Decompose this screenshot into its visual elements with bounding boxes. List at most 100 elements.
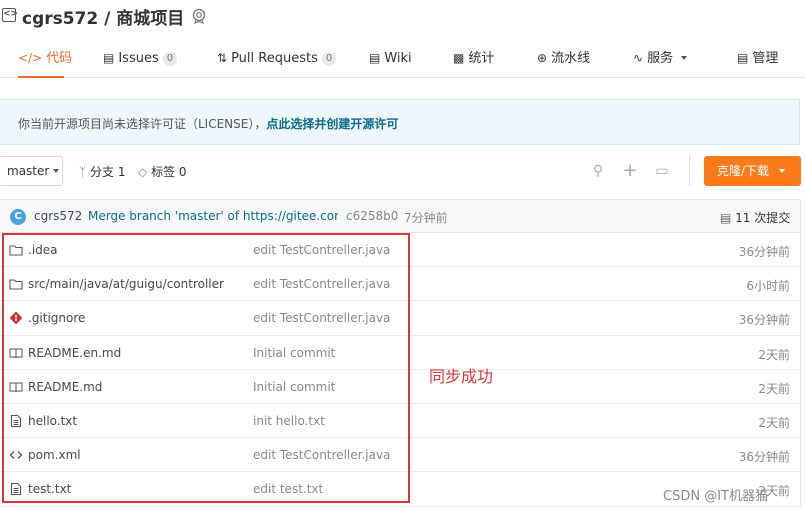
latest-commit-bar: C cgrs572 Merge branch 'master' of https… (0, 199, 801, 233)
tab-pipeline-label: 流水线 (551, 51, 591, 66)
table-row[interactable]: .idea edit TestContreller.java 36分钟前 (0, 233, 800, 268)
table-row[interactable]: .gitignore edit TestContreller.java 36分钟前 (0, 301, 800, 336)
book-icon (9, 380, 23, 394)
commit-message[interactable]: Merge branch 'master' of https://gitee.c… (88, 209, 338, 223)
code-file-icon (9, 448, 23, 462)
table-row[interactable]: src/main/java/at/guigu/controller edit Te… (0, 267, 800, 302)
tab-wiki-label: Wiki (384, 51, 412, 66)
manage-icon: ▤ (737, 51, 749, 65)
tab-manage-label: 管理 (752, 51, 779, 66)
table-row[interactable]: pom.xml edit TestContreller.java 36分钟前 (0, 438, 800, 473)
file-commit-message[interactable]: init hello.txt (253, 414, 325, 428)
repo-header: <> cgrs572 / 商城项目 (0, 0, 805, 38)
tab-stats[interactable]: ▩ 统计 (453, 38, 494, 78)
tab-pull-requests-label: Pull Requests (231, 51, 318, 66)
avatar[interactable]: C (10, 209, 26, 225)
tags-label: 标签 0 (151, 165, 187, 179)
file-commit-message[interactable]: edit TestContreller.java (253, 243, 390, 257)
file-commit-message[interactable]: edit TestContreller.java (253, 277, 390, 291)
file-commit-message[interactable]: edit TestContreller.java (253, 448, 390, 462)
sync-success-annotation: 同步成功 (429, 367, 494, 386)
commits-count-link[interactable]: ▤ 11 次提交 (720, 209, 790, 226)
file-name-link[interactable]: src/main/java/at/guigu/controller (28, 277, 224, 291)
repo-code-icon: <> (2, 8, 18, 22)
tab-service-label: 服务 (647, 51, 674, 66)
clone-download-label: 克隆/下载 (717, 164, 770, 178)
branch-toolbar: master ᛉ 分支 1 ◇ 标签 0 ⚲ + ▭ 克隆/下载 (0, 156, 805, 188)
commits-count: 11 次提交 (735, 211, 791, 225)
repo-tabs: </> 代码 ▤ Issues 0 ⇅ Pull Requests 0 ▤ Wiki ▩ 统计… (0, 38, 805, 78)
branches-label: 分支 1 (90, 165, 126, 179)
commits-icon: ▤ (720, 211, 732, 225)
file-commit-message[interactable]: edit test.txt (253, 482, 323, 496)
pull-request-icon: ⇅ (217, 51, 228, 65)
file-commit-message[interactable]: Initial commit (253, 346, 335, 360)
watermark: CSDN @IT机器猫 (663, 489, 768, 504)
stats-icon: ▩ (453, 51, 465, 65)
file-name-link[interactable]: README.en.md (28, 346, 121, 360)
license-notice: 你当前开源项目尚未选择许可证（LICENSE），点此选择并创建开源许可 (0, 99, 800, 145)
file-commit-time: 36分钟前 (738, 245, 790, 259)
file-name-link[interactable]: pom.xml (28, 448, 81, 462)
file-commit-time: 2天前 (758, 415, 790, 430)
folder-icon (9, 243, 23, 257)
file-icon (9, 414, 23, 428)
issues-icon: ▤ (103, 51, 115, 65)
tab-code[interactable]: </> 代码 (18, 38, 72, 78)
toolbar-divider (689, 156, 690, 186)
table-row[interactable]: README.md Initial commit 2天前 (0, 370, 800, 404)
git-icon (9, 311, 23, 325)
code-icon: </> (18, 51, 43, 65)
monitor-icon[interactable]: ▭ (654, 163, 670, 179)
file-commit-time: 36分钟前 (738, 313, 790, 328)
tags-link[interactable]: ◇ 标签 0 (138, 163, 187, 180)
tab-issues[interactable]: ▤ Issues 0 (103, 38, 178, 78)
wiki-icon: ▤ (369, 51, 381, 65)
branches-link[interactable]: ᛉ 分支 1 (79, 163, 125, 180)
folder-icon (9, 277, 23, 291)
file-name-link[interactable]: hello.txt (28, 414, 77, 428)
badge-icon[interactable] (191, 8, 207, 24)
search-icon[interactable]: ⚲ (590, 163, 606, 179)
branch-icon: ᛉ (79, 165, 87, 179)
commit-hash[interactable]: c6258b0 (346, 209, 398, 223)
tab-pipeline[interactable]: ⊕ 流水线 (537, 38, 590, 78)
file-commit-time: 2天前 (758, 347, 790, 362)
file-name-link[interactable]: .gitignore (28, 311, 85, 325)
file-commit-time: 36分钟前 (738, 450, 790, 465)
tag-icon: ◇ (138, 165, 148, 179)
file-icon (9, 482, 23, 496)
commit-time: 7分钟前 (404, 211, 448, 225)
commit-author[interactable]: cgrs572 (34, 209, 82, 223)
table-row[interactable]: README.en.md Initial commit 2天前 (0, 336, 800, 370)
file-name-link[interactable]: test.txt (28, 482, 71, 496)
issues-count: 0 (162, 52, 178, 66)
tab-service[interactable]: ∿ 服务 (633, 38, 688, 78)
repo-title[interactable]: cgrs572 / 商城项目 (22, 4, 184, 29)
chevron-down-icon (779, 169, 786, 173)
file-name-link[interactable]: .idea (28, 243, 58, 257)
pipeline-icon: ⊕ (537, 51, 548, 65)
tab-stats-label: 统计 (468, 51, 495, 66)
file-commit-message[interactable]: edit TestContreller.java (253, 311, 390, 325)
license-notice-message: 你当前开源项目尚未选择许可证（LICENSE）， (18, 117, 267, 131)
file-list: .idea edit TestContreller.java 36分钟前 src/ma… (0, 233, 801, 507)
file-commit-time: 2天前 (758, 381, 790, 396)
add-icon[interactable]: + (622, 162, 638, 180)
license-notice-text: 你当前开源项目尚未选择许可证（LICENSE），点此选择并创建开源许可 (18, 115, 398, 132)
file-commit-time: 6小时前 (746, 279, 790, 294)
branch-select[interactable]: master (0, 156, 63, 186)
file-name-link[interactable]: README.md (28, 380, 102, 394)
chevron-down-icon (53, 169, 60, 173)
tab-pull-requests[interactable]: ⇅ Pull Requests 0 (217, 38, 337, 78)
create-license-link[interactable]: 点此选择并创建开源许可 (266, 117, 398, 131)
chevron-down-icon (681, 56, 688, 60)
table-row[interactable]: hello.txt init hello.txt 2天前 (0, 404, 800, 439)
tab-wiki[interactable]: ▤ Wiki (369, 38, 412, 78)
file-commit-message[interactable]: Initial commit (253, 380, 335, 394)
tab-issues-label: Issues (118, 51, 159, 66)
book-icon (9, 346, 23, 360)
clone-download-button[interactable]: 克隆/下载 (704, 156, 801, 186)
tab-manage[interactable]: ▤ 管理 (737, 38, 778, 78)
tab-code-label: 代码 (46, 51, 73, 66)
